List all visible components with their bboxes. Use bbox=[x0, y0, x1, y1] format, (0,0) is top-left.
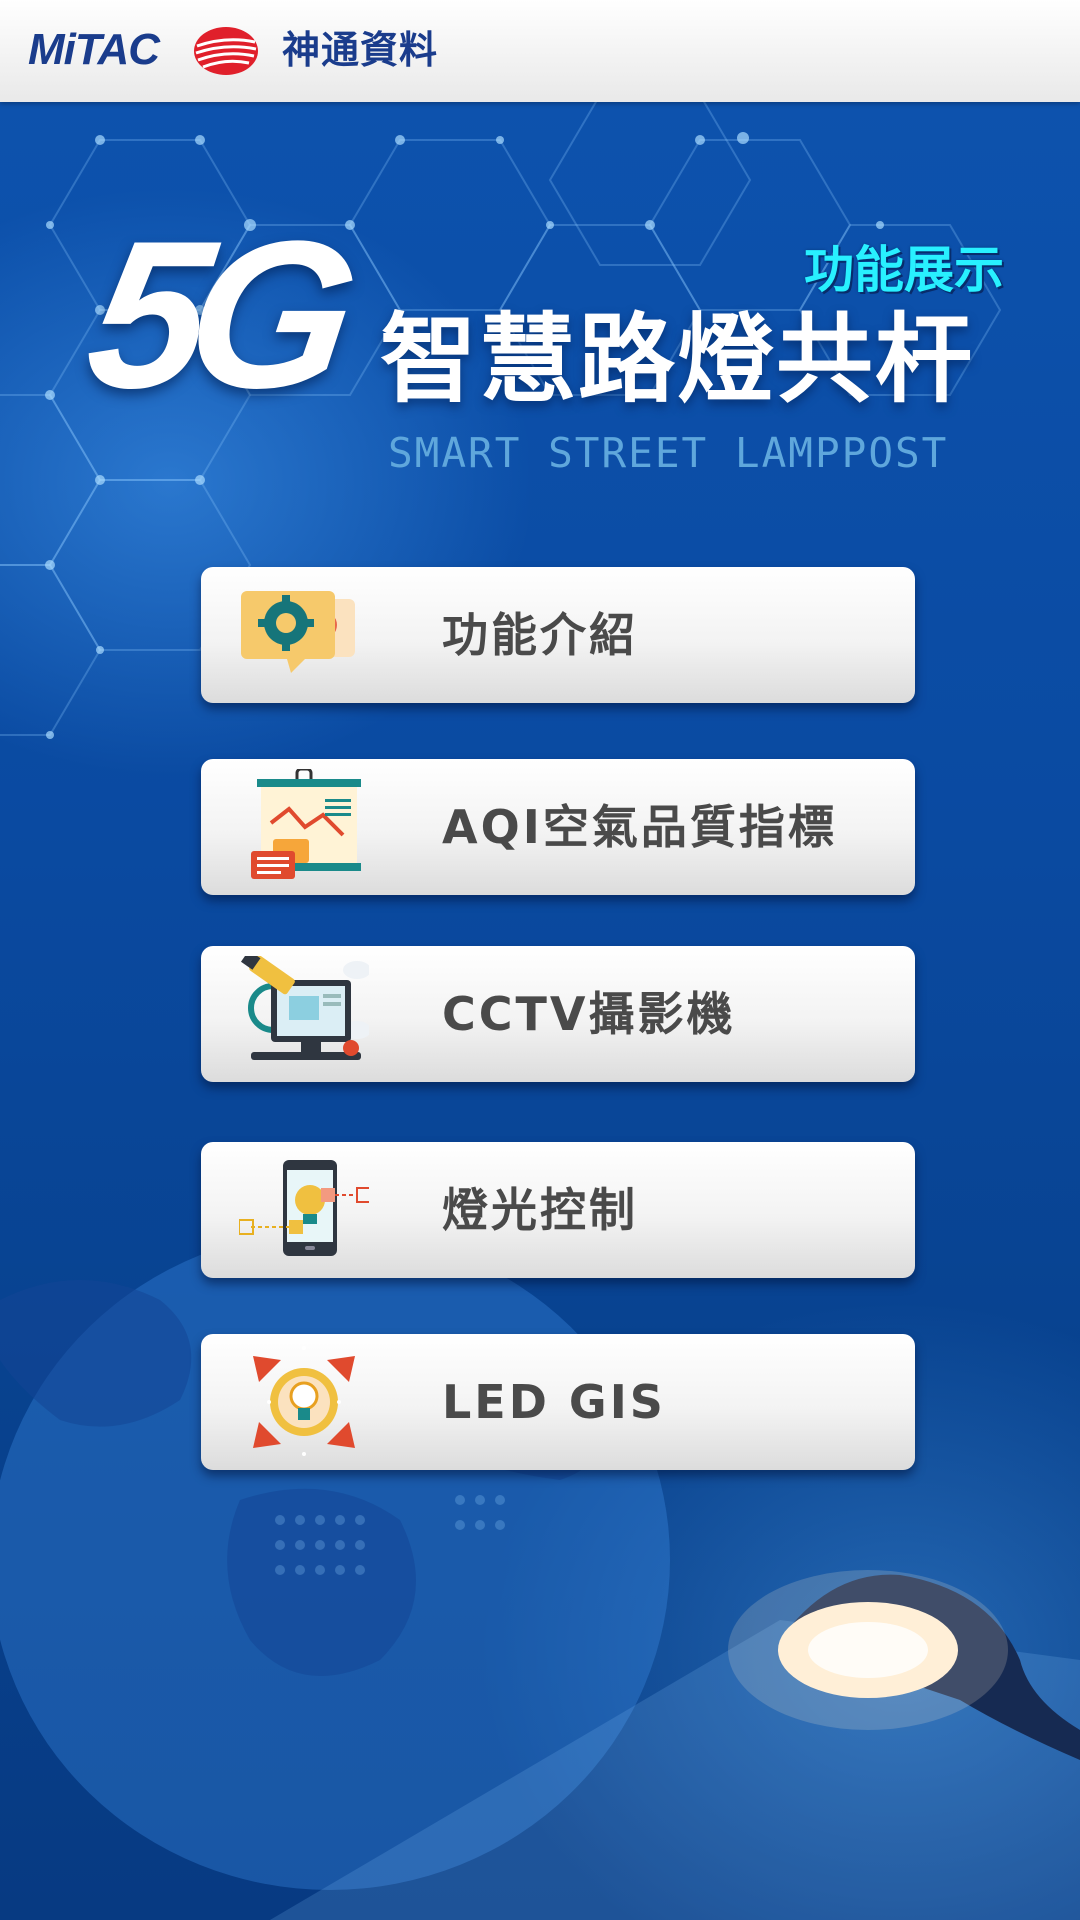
mitac-globe-logo-icon bbox=[194, 27, 258, 75]
brand-name-zh: 神通資料 bbox=[282, 28, 439, 72]
app-header: MiTAC 神通資料 bbox=[0, 0, 1080, 102]
cctv-monitor-icon bbox=[240, 956, 369, 1060]
menu-item-cctv[interactable]: CCTV攝影機 bbox=[201, 946, 915, 1082]
gear-chat-icon bbox=[241, 591, 355, 673]
menu-label-feature-intro: 功能介紹 bbox=[442, 608, 638, 662]
menu-label-cctv: CCTV攝影機 bbox=[442, 987, 736, 1041]
menu-label-aqi: AQI空氣品質指標 bbox=[442, 800, 837, 854]
chart-board-icon bbox=[251, 769, 361, 879]
menu-item-feature-intro[interactable]: 功能介紹 bbox=[201, 567, 915, 703]
menu-label-light-control: 燈光控制 bbox=[442, 1183, 638, 1237]
hero-5g-title: 5G bbox=[75, 197, 353, 432]
phone-bulb-icon bbox=[239, 1160, 369, 1256]
menu-item-led-gis[interactable]: LED GIS bbox=[201, 1334, 915, 1470]
brand-name-en: MiTAC bbox=[28, 25, 160, 74]
menu-item-light-control[interactable]: 燈光控制 bbox=[201, 1142, 915, 1278]
menu-item-aqi[interactable]: AQI空氣品質指標 bbox=[201, 759, 915, 895]
menu-label-led-gis: LED GIS bbox=[442, 1375, 666, 1429]
hero-title-zh: 智慧路燈共杆 bbox=[380, 303, 974, 416]
feature-demo-tag: 功能展示 bbox=[804, 241, 1004, 299]
hero-title-en: SMART STREET LAMPPOST bbox=[388, 429, 949, 477]
bulb-arrows-icon bbox=[253, 1346, 355, 1456]
